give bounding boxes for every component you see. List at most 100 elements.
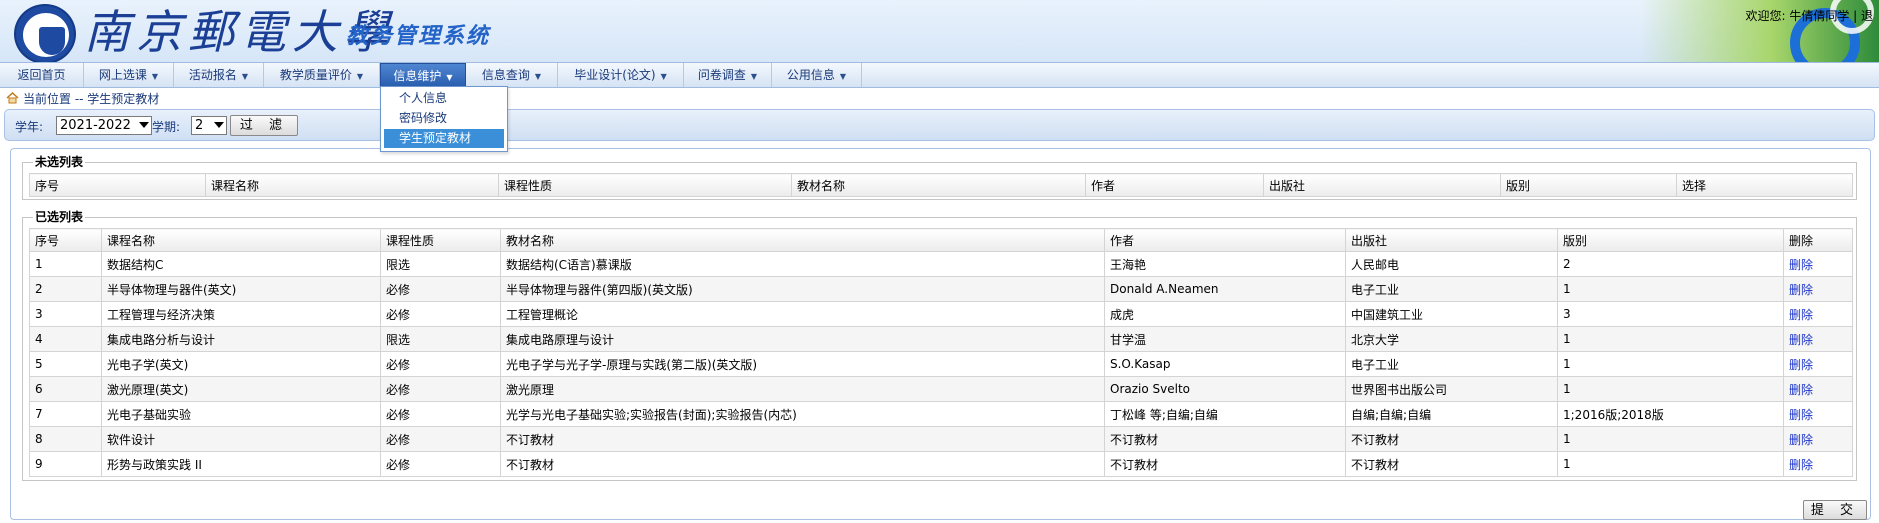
submit-button[interactable]: 提 交 [1803,500,1867,520]
table-cell: 不订教材 [1345,426,1558,452]
menu-info-maintenance[interactable]: 信息维护 ▼ [380,63,466,87]
table-cell: 中国建筑工业 [1345,301,1558,327]
table-cell: S.O.Kasap [1104,351,1346,377]
welcome-text[interactable]: 欢迎您: 牛倩倩同学 | 退 [1745,7,1873,24]
delete-link[interactable]: 删除 [1789,458,1813,472]
dropdown-item-personal-info[interactable]: 个人信息 [384,89,504,108]
delete-link[interactable]: 删除 [1789,308,1813,322]
menu-label: 教学质量评价 [279,68,352,82]
menu-home[interactable]: 返回首页 [0,63,84,87]
table-cell: 自编;自编;自编 [1345,401,1558,427]
delete-link[interactable]: 删除 [1789,333,1813,347]
header-banner: 南京郵電大學 教务管理系统 欢迎您: 牛倩倩同学 | 退 [0,0,1879,62]
delete-link[interactable]: 删除 [1789,258,1813,272]
table-cell: 删除 [1783,426,1853,452]
column-header: 作者 [1104,228,1346,252]
column-header: 版别 [1500,173,1677,197]
table-row: 5 光电子学(英文) 必修 光电子学与光子学-原理与实践(第二版)(英文版) S.O.K… [29,351,1853,377]
table-header-row: 序号 课程名称 课程性质 教材名称 作者 出版社 版别 选择 [29,173,1853,197]
table-cell: 激光原理(英文) [101,376,381,402]
caret-down-icon: ▼ [839,72,847,81]
table-cell: 删除 [1783,276,1853,302]
caret-down-icon: ▼ [241,72,249,81]
unselected-table: 序号 课程名称 课程性质 教材名称 作者 出版社 版别 选择 [29,173,1853,197]
delete-link[interactable]: 删除 [1789,408,1813,422]
menu-graduation-design[interactable]: 毕业设计(论文) ▼ [558,63,684,87]
table-cell: 删除 [1783,251,1853,277]
delete-link[interactable]: 删除 [1789,433,1813,447]
table-cell: 甘学温 [1104,326,1346,352]
table-cell: 集成电路分析与设计 [101,326,381,352]
menu-label: 公用信息 [786,68,835,82]
column-header: 作者 [1085,173,1264,197]
table-cell: 删除 [1783,451,1853,477]
menu-label: 网上选课 [98,68,147,82]
selected-table-body: 1 数据结构C 限选 数据结构(C语言)慕课版 王海艳 人民邮电 2 删除 2 半导体物理与器件(… [29,251,1853,477]
table-cell: 1 [1557,451,1784,477]
table-row: 1 数据结构C 限选 数据结构(C语言)慕课版 王海艳 人民邮电 2 删除 [29,251,1853,277]
info-maintenance-dropdown: 个人信息 密码修改 学生预定教材 [380,86,508,152]
menu-label: 活动报名 [188,68,237,82]
term-select[interactable]: 2 [191,116,227,135]
table-cell: 6 [29,376,102,402]
table-cell: 1 [1557,376,1784,402]
table-cell: 8 [29,426,102,452]
caret-down-icon: ▼ [660,72,667,81]
menu-public-info[interactable]: 公用信息 ▼ [772,63,862,87]
table-cell: 1 [1557,276,1784,302]
table-header-row: 序号 课程名称 课程性质 教材名称 作者 出版社 版别 删除 [29,228,1853,252]
table-cell: 光学与光电子基础实验;实验报告(封面);实验报告(内芯) [500,401,1105,427]
table-cell: 世界图书出版公司 [1345,376,1558,402]
dropdown-item-password-change[interactable]: 密码修改 [384,109,504,128]
delete-link[interactable]: 删除 [1789,283,1813,297]
delete-link[interactable]: 删除 [1789,358,1813,372]
table-cell: 丁松峰 等;自编;自编 [1104,401,1346,427]
unselected-list-title: 未选列表 [33,155,86,169]
table-cell: Donald A.Neamen [1104,276,1346,302]
table-cell: 1 [1557,326,1784,352]
menu-teaching-evaluation[interactable]: 教学质量评价 ▼ [264,63,380,87]
column-header: 课程名称 [205,173,499,197]
column-header: 教材名称 [500,228,1105,252]
table-row: 6 激光原理(英文) 必修 激光原理 Orazio Svelto 世界图书出版公司 1 删除 [29,376,1853,402]
table-cell: 软件设计 [101,426,381,452]
dropdown-item-textbook-booking[interactable]: 学生预定教材 [384,129,504,148]
table-cell: 3 [1557,301,1784,327]
table-cell: 人民邮电 [1345,251,1558,277]
table-cell: 删除 [1783,301,1853,327]
menu-info-query[interactable]: 信息查询 ▼ [466,63,558,87]
column-header: 课程名称 [101,228,381,252]
table-cell: 数据结构(C语言)慕课版 [500,251,1105,277]
column-header: 教材名称 [791,173,1086,197]
table-row: 4 集成电路分析与设计 限选 集成电路原理与设计 甘学温 北京大学 1 删除 [29,326,1853,352]
menu-label: 问卷调查 [697,68,746,82]
table-cell: 不订教材 [1104,451,1346,477]
menu-online-course[interactable]: 网上选课 ▼ [84,63,174,87]
table-row: 7 光电子基础实验 必修 光学与光电子基础实验;实验报告(封面);实验报告(内芯) 丁松… [29,401,1853,427]
menu-label: 毕业设计(论文) [574,68,656,82]
table-cell: 不订教材 [1345,451,1558,477]
table-cell: 必修 [380,351,501,377]
table-cell: 删除 [1783,326,1853,352]
table-cell: 必修 [380,301,501,327]
main-menu-bar: 返回首页 网上选课 ▼ 活动报名 ▼ 教学质量评价 ▼ 信息维护 ▼ 信息查询 ▼ 毕业设… [0,62,1879,88]
selected-list-title: 已选列表 [33,210,86,224]
table-cell: 成虎 [1104,301,1346,327]
filter-button[interactable]: 过 滤 [230,115,298,136]
table-cell: 形势与政策实践 II [101,451,381,477]
table-cell: 光电子学与光子学-原理与实践(第二版)(英文版) [500,351,1105,377]
table-cell: 光电子基础实验 [101,401,381,427]
menu-label: 信息维护 [393,69,442,83]
table-cell: 北京大学 [1345,326,1558,352]
table-cell: 4 [29,326,102,352]
menu-survey[interactable]: 问卷调查 ▼ [684,63,772,87]
table-cell: 电子工业 [1345,276,1558,302]
table-cell: 限选 [380,326,501,352]
column-header: 版别 [1557,228,1784,252]
delete-link[interactable]: 删除 [1789,383,1813,397]
table-cell: 数据结构C [101,251,381,277]
year-select[interactable]: 2021-2022 [56,116,152,135]
table-cell: 必修 [380,426,501,452]
table-cell: 王海艳 [1104,251,1346,277]
menu-activity-signup[interactable]: 活动报名 ▼ [174,63,264,87]
